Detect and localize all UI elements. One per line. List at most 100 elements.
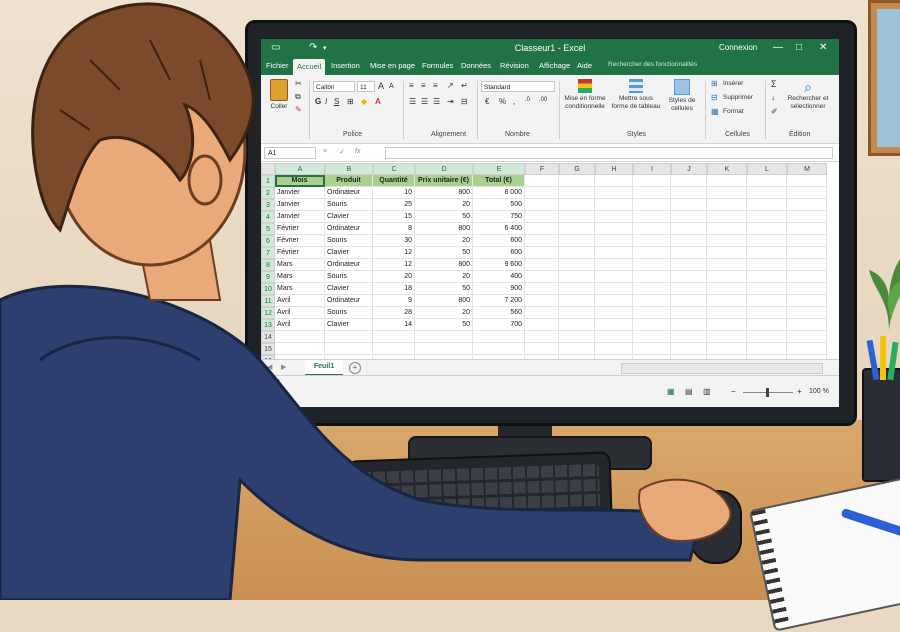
table-cell[interactable]: 20 bbox=[415, 307, 473, 319]
table-cell[interactable] bbox=[747, 199, 787, 211]
row-header[interactable]: 8 bbox=[261, 259, 275, 271]
table-cell[interactable] bbox=[671, 343, 707, 355]
table-cell[interactable]: 50 bbox=[415, 247, 473, 259]
table-cell[interactable] bbox=[671, 283, 707, 295]
table-cell[interactable] bbox=[747, 343, 787, 355]
merge-center-icon[interactable]: ⊟ bbox=[461, 97, 468, 106]
wrap-text-icon[interactable]: ↵ bbox=[461, 81, 468, 90]
table-cell[interactable]: Clavier bbox=[325, 283, 373, 295]
table-cell[interactable]: 20 bbox=[415, 199, 473, 211]
cut-icon[interactable]: ✂ bbox=[295, 79, 302, 88]
table-cell[interactable] bbox=[525, 331, 559, 343]
table-cell[interactable] bbox=[747, 187, 787, 199]
table-cell[interactable] bbox=[707, 187, 747, 199]
table-cell[interactable] bbox=[595, 343, 633, 355]
table-cell[interactable] bbox=[707, 259, 747, 271]
table-cell[interactable]: 28 bbox=[373, 307, 415, 319]
table-cell[interactable]: 700 bbox=[473, 319, 525, 331]
insert-cells-button[interactable]: Insérer bbox=[723, 80, 743, 88]
table-cell[interactable]: Ordinateur bbox=[325, 187, 373, 199]
tab-fichier[interactable]: Fichier bbox=[266, 61, 289, 70]
table-cell[interactable] bbox=[707, 331, 747, 343]
table-cell[interactable]: 20 bbox=[415, 235, 473, 247]
table-cell[interactable] bbox=[671, 307, 707, 319]
table-cell[interactable] bbox=[595, 187, 633, 199]
fill-icon[interactable]: ↓ bbox=[771, 93, 775, 102]
table-cell[interactable]: 750 bbox=[473, 211, 525, 223]
table-cell[interactable] bbox=[373, 331, 415, 343]
table-cell[interactable] bbox=[671, 319, 707, 331]
select-all-corner[interactable] bbox=[261, 163, 275, 175]
format-as-table-button[interactable]: Mettre sous forme de tableau bbox=[611, 79, 661, 111]
table-cell[interactable]: 800 bbox=[415, 223, 473, 235]
grow-font-button[interactable]: A bbox=[378, 81, 384, 91]
table-cell[interactable]: 50 bbox=[415, 283, 473, 295]
page-break-icon[interactable]: ▥ bbox=[703, 387, 711, 396]
table-cell[interactable] bbox=[787, 331, 827, 343]
table-cell[interactable]: 800 bbox=[415, 259, 473, 271]
table-cell[interactable] bbox=[671, 223, 707, 235]
decrease-decimal-icon[interactable]: .00 bbox=[539, 97, 547, 103]
table-cell[interactable] bbox=[525, 247, 559, 259]
font-name-select[interactable]: Calibri bbox=[313, 81, 355, 92]
table-cell[interactable] bbox=[707, 175, 747, 187]
table-cell[interactable] bbox=[633, 223, 671, 235]
tab-revision[interactable]: Révision bbox=[500, 61, 529, 70]
shrink-font-button[interactable]: A bbox=[389, 83, 394, 90]
align-center-icon[interactable]: ☰ bbox=[421, 97, 428, 106]
row-header[interactable]: 12 bbox=[261, 307, 275, 319]
row-header[interactable]: 4 bbox=[261, 211, 275, 223]
font-size-select[interactable]: 11 bbox=[357, 81, 375, 92]
table-cell[interactable]: Février bbox=[275, 247, 325, 259]
zoom-in-button[interactable]: + bbox=[797, 387, 802, 396]
table-cell[interactable]: 500 bbox=[473, 199, 525, 211]
table-cell[interactable] bbox=[595, 247, 633, 259]
table-cell[interactable] bbox=[671, 235, 707, 247]
table-cell[interactable] bbox=[559, 343, 595, 355]
scroll-right-icon[interactable]: ▶ bbox=[281, 363, 286, 371]
table-cell[interactable] bbox=[633, 307, 671, 319]
zoom-slider[interactable] bbox=[743, 388, 793, 397]
table-header-cell[interactable]: Prix unitaire (€) bbox=[415, 175, 473, 187]
thousands-icon[interactable]: , bbox=[513, 97, 515, 106]
find-select-button[interactable]: ⌕ Rechercher et sélectionner bbox=[783, 79, 833, 111]
table-cell[interactable]: 7 200 bbox=[473, 295, 525, 307]
table-cell[interactable] bbox=[473, 331, 525, 343]
table-cell[interactable] bbox=[275, 331, 325, 343]
table-cell[interactable] bbox=[787, 271, 827, 283]
sheet-tab-feuil1[interactable]: Feuil1 bbox=[305, 360, 343, 376]
table-cell[interactable] bbox=[633, 343, 671, 355]
table-cell[interactable]: Janvier bbox=[275, 199, 325, 211]
table-cell[interactable] bbox=[787, 235, 827, 247]
row-header[interactable]: 1 bbox=[261, 175, 275, 187]
table-cell[interactable] bbox=[633, 235, 671, 247]
table-cell[interactable]: 10 bbox=[373, 187, 415, 199]
table-cell[interactable] bbox=[747, 319, 787, 331]
table-cell[interactable] bbox=[595, 199, 633, 211]
table-cell[interactable]: 8 000 bbox=[473, 187, 525, 199]
table-cell[interactable] bbox=[787, 223, 827, 235]
table-cell[interactable] bbox=[747, 175, 787, 187]
clear-icon[interactable]: ✐ bbox=[771, 107, 778, 116]
table-cell[interactable]: 800 bbox=[415, 187, 473, 199]
table-cell[interactable] bbox=[525, 175, 559, 187]
page-layout-icon[interactable]: ▤ bbox=[685, 387, 693, 396]
table-cell[interactable] bbox=[707, 343, 747, 355]
table-cell[interactable]: Ordinateur bbox=[325, 223, 373, 235]
table-cell[interactable] bbox=[707, 199, 747, 211]
table-cell[interactable]: Ordinateur bbox=[325, 295, 373, 307]
table-cell[interactable] bbox=[559, 247, 595, 259]
paste-button[interactable]: Coller bbox=[265, 79, 293, 111]
table-cell[interactable] bbox=[747, 211, 787, 223]
worksheet-grid[interactable]: A B C D E F G H I J K L M 1 Mois Produit Quantité Prix un… bbox=[261, 163, 839, 379]
table-cell[interactable]: 25 bbox=[373, 199, 415, 211]
column-header[interactable]: C bbox=[373, 163, 415, 175]
table-cell[interactable]: 9 600 bbox=[473, 259, 525, 271]
table-cell[interactable] bbox=[707, 247, 747, 259]
table-cell[interactable] bbox=[325, 343, 373, 355]
tab-donnees[interactable]: Données bbox=[461, 61, 491, 70]
table-cell[interactable] bbox=[633, 175, 671, 187]
close-icon[interactable]: ✕ bbox=[819, 42, 827, 53]
column-header[interactable]: I bbox=[633, 163, 671, 175]
table-cell[interactable]: Janvier bbox=[275, 187, 325, 199]
